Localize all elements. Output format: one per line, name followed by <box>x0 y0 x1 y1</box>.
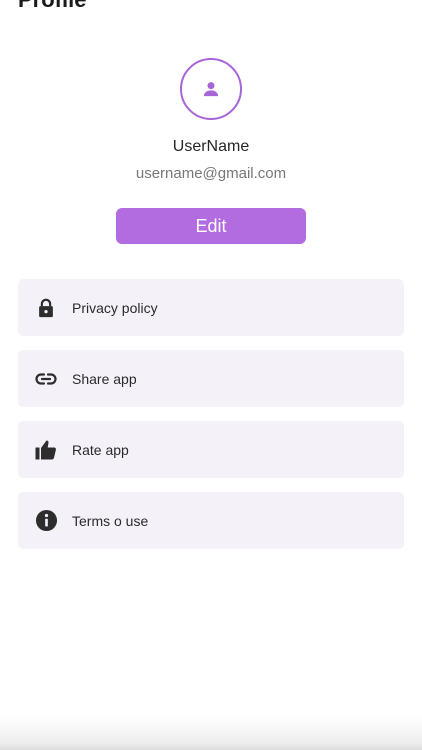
avatar[interactable] <box>180 58 242 120</box>
menu-item-label: Rate app <box>72 441 129 458</box>
lock-icon <box>34 296 58 320</box>
menu-item-label: Terms o use <box>72 512 149 529</box>
page-title: Profile <box>18 0 86 12</box>
menu-item-label: Share app <box>72 370 137 387</box>
thumbs-up-icon <box>34 438 58 462</box>
menu-item-label: Privacy policy <box>72 299 158 316</box>
menu-item-terms-of-use[interactable]: Terms o use <box>18 492 404 549</box>
menu-item-rate-app[interactable]: Rate app <box>18 421 404 478</box>
user-email: username@gmail.com <box>135 165 287 182</box>
username: UserName <box>172 138 250 155</box>
settings-menu: Privacy policy Share app Rate app Terms … <box>18 279 404 563</box>
link-icon <box>34 367 58 391</box>
bottom-shadow <box>0 716 422 750</box>
menu-item-privacy-policy[interactable]: Privacy policy <box>18 279 404 336</box>
info-icon <box>34 509 58 533</box>
menu-item-share-app[interactable]: Share app <box>18 350 404 407</box>
edit-profile-button[interactable]: Edit <box>116 208 306 244</box>
user-icon <box>203 82 219 97</box>
